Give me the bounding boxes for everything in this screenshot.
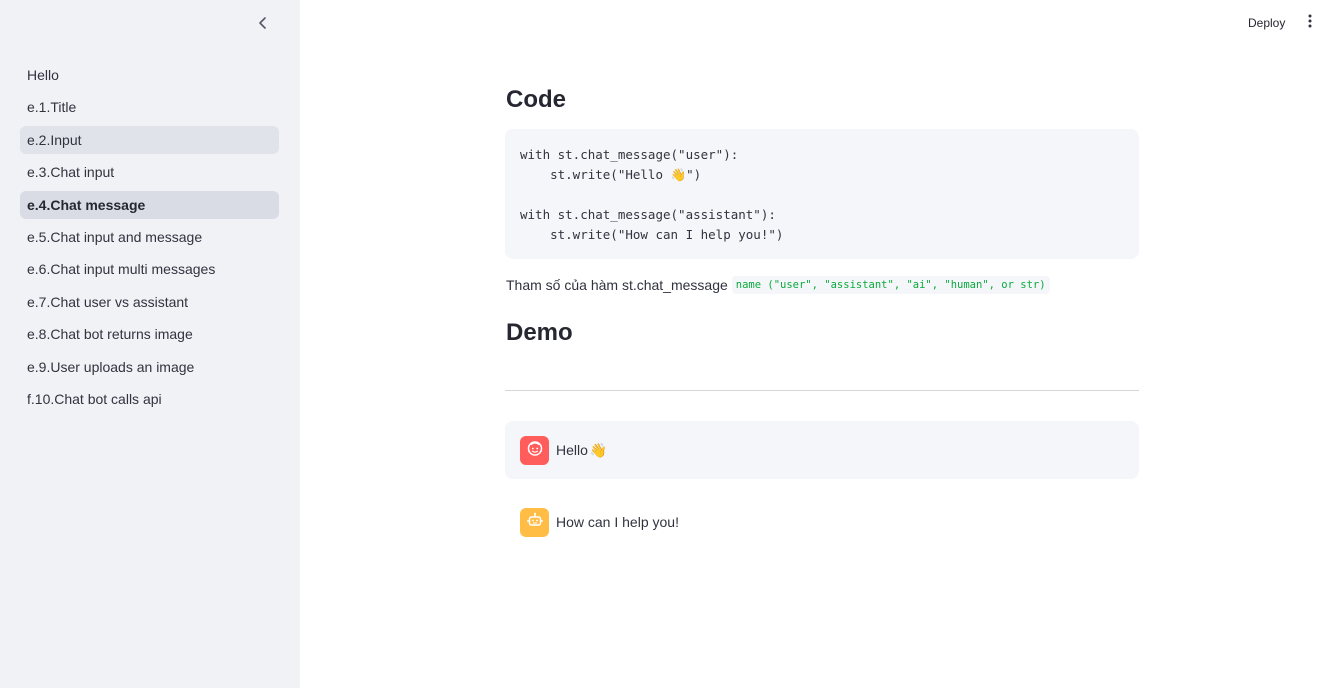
waving-hand-emoji: 👋 [589,441,608,458]
sidebar-item-chat-bot-returns-image[interactable]: e.8.Chat bot returns image [20,320,279,348]
param-text: Tham số của hàm st.chat_message [506,277,728,293]
code-heading: Code [506,86,566,113]
sidebar-item-label: e.3.Chat input [27,164,115,181]
sidebar-item-label: e.6.Chat input multi messages [27,261,216,278]
code-block: with st.chat_message("user"): st.write("… [505,129,1139,259]
message-text: Hello [556,441,588,458]
sidebar-item-title[interactable]: e.1.Title [20,93,279,121]
chevron-left-icon [256,16,270,35]
code-line: with st.chat_message("user"): [520,147,739,162]
param-inline-code: name ("user", "assistant", "ai", "human"… [731,276,1050,294]
robot-icon [526,511,544,534]
sidebar-item-input[interactable]: e.2.Input [20,125,279,154]
sidebar-item-label: e.8.Chat bot returns image [27,326,193,343]
user-message-text: Hello 👋 [556,442,607,459]
sidebar-nav: Hello e.1.Title e.2.Input e.3.Chat input… [20,61,279,417]
sidebar-item-chat-message[interactable]: e.4.Chat message [20,190,279,219]
divider [505,390,1139,391]
user-avatar [520,435,549,465]
sidebar-item-chat-input-and-message[interactable]: e.5.Chat input and message [20,223,279,251]
sidebar-item-hello[interactable]: Hello [20,61,279,89]
sidebar-item-user-uploads-image[interactable]: e.9.User uploads an image [20,353,279,381]
param-description: Tham số của hàm st.chat_message name ("u… [506,276,1050,294]
deploy-button[interactable]: Deploy [1238,12,1295,34]
sidebar-item-label: e.7.Chat user vs assistant [27,293,189,310]
code-line: with st.chat_message("assistant"): [520,207,776,222]
code-line: st.write("Hello 👋") [520,167,702,182]
main-menu-button[interactable] [1300,12,1320,34]
sidebar-item-chat-input-multi-messages[interactable]: e.6.Chat input multi messages [20,255,279,283]
demo-heading: Demo [506,319,573,346]
sidebar-item-chat-input[interactable]: e.3.Chat input [20,158,279,186]
sidebar-item-label: f.10.Chat bot calls api [27,390,162,407]
assistant-message-text: How can I help you! [556,514,679,530]
assistant-avatar [520,507,549,537]
code-line: st.write("How can I help you!") [520,227,784,242]
sidebar-item-label: e.1.Title [27,99,77,116]
sidebar-item-label: e.2.Input [27,131,82,148]
sidebar-item-label: e.4.Chat message [27,196,146,213]
sidebar-item-chat-bot-calls-api[interactable]: f.10.Chat bot calls api [20,385,279,413]
chat-message-assistant: How can I help you! [505,493,1139,551]
sidebar-item-label: e.9.User uploads an image [27,358,195,375]
sidebar: Hello e.1.Title e.2.Input e.3.Chat input… [0,0,300,688]
user-face-icon [526,439,544,462]
deploy-label: Deploy [1248,16,1286,30]
sidebar-item-label: Hello [27,67,59,83]
chat-message-user: Hello 👋 [505,421,1139,479]
sidebar-item-chat-user-vs-assistant[interactable]: e.7.Chat user vs assistant [20,288,279,316]
sidebar-item-label: e.5.Chat input and message [27,228,203,245]
kebab-menu-icon [1308,14,1312,33]
collapse-sidebar-button[interactable] [250,12,276,38]
